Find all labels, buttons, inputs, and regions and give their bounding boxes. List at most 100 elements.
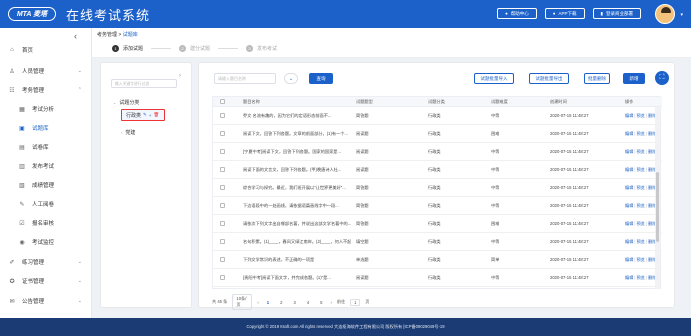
question-difficulty: 中等 <box>491 238 500 244</box>
edit-link[interactable]: 编辑 <box>625 257 633 263</box>
step-build-paper[interactable]: 2 建分试题 <box>179 45 239 52</box>
question-type: 填空题 <box>356 238 369 244</box>
row-checkbox[interactable] <box>220 143 225 160</box>
page-size-select[interactable]: 10条/页 <box>232 294 253 310</box>
scrollbar-thumb[interactable] <box>656 172 659 242</box>
sidebar-item-exam-analysis[interactable]: ▦ 考试分析 <box>0 101 92 117</box>
table-scrollbar[interactable] <box>655 107 660 289</box>
row-checkbox[interactable] <box>220 161 225 178</box>
preview-link[interactable]: 预览 <box>636 275 644 281</box>
preview-link[interactable]: 预览 <box>636 149 644 155</box>
sidebar-item-paper-bank[interactable]: ▤ 试卷库 <box>0 139 92 155</box>
edit-link[interactable]: 编辑 <box>625 275 633 281</box>
tree-node-party[interactable]: › 党建 <box>121 129 135 136</box>
preview-link[interactable]: 预览 <box>636 113 644 119</box>
sidebar-item-user-management[interactable]: ♙ 人员管理 ⌄ <box>0 63 92 79</box>
sidebar-item-practice-management[interactable]: ✐ 练习管理 ⌄ <box>0 254 92 270</box>
step-add-question[interactable]: 1 添加试题 <box>112 45 172 52</box>
row-checkbox[interactable] <box>220 251 225 268</box>
row-checkbox[interactable] <box>220 269 225 286</box>
row-checkbox[interactable] <box>220 179 225 196</box>
edit-link[interactable]: 编辑 <box>625 239 633 245</box>
tree-node-root[interactable]: ⌄ 试题分类 <box>113 99 139 106</box>
commercial-deploy-button[interactable]: ▮ 登录商业部署 <box>592 8 641 19</box>
row-checkbox[interactable] <box>220 107 225 124</box>
add-question-button[interactable]: 新增 <box>623 73 645 84</box>
edit-link[interactable]: 编辑 <box>625 131 633 137</box>
question-difficulty: 中等 <box>491 166 500 172</box>
sidebar-item-score-management[interactable]: ▧ 成绩管理 <box>0 177 92 193</box>
next-page-icon[interactable]: › <box>331 300 332 305</box>
edit-link[interactable]: 编辑 <box>625 167 633 173</box>
help-center-button[interactable]: ● 帮助中心 <box>497 8 537 19</box>
sidebar-item-exam-management[interactable]: ☷ 考务管理 ⌃ <box>0 82 92 98</box>
page-1[interactable]: 1 <box>264 299 272 306</box>
created-time: 2020-07-15 11:48:27 <box>550 131 589 136</box>
preview-link[interactable]: 预览 <box>636 167 644 173</box>
edit-link[interactable]: 编辑 <box>625 221 633 227</box>
edit-link[interactable]: 编辑 <box>625 149 633 155</box>
tree-node-selected[interactable]: 行政类 ✎ + 🗑 <box>121 109 165 121</box>
sidebar-item-label: 考试监控 <box>32 240 55 246</box>
publish-exam-icon: ▥ <box>19 163 25 170</box>
app-download-button[interactable]: ● APP下载 <box>544 8 585 19</box>
preview-link[interactable]: 预览 <box>636 239 644 245</box>
question-difficulty: 中等 <box>491 274 500 280</box>
preview-link[interactable]: 预览 <box>636 203 644 209</box>
collapse-sidebar-icon[interactable]: ‹ <box>74 31 77 41</box>
avatar[interactable] <box>655 4 675 24</box>
sidebar-item-question-bank[interactable]: ▣ 试题库 <box>0 120 92 136</box>
question-name: 下列文学常识的表述，不正确的一项是 <box>243 256 315 262</box>
chevron-right-icon[interactable]: › <box>179 73 181 79</box>
fullscreen-icon[interactable]: ⛶ <box>655 71 669 85</box>
question-category: 行政类 <box>428 238 441 244</box>
question-name: [宁夏中考]阅读下文，回答下列各题。国家的国家是... <box>243 148 341 154</box>
created-time: 2020-07-15 11:48:27 <box>550 239 589 244</box>
sidebar-item-manual-grading[interactable]: ✎ 人工阅卷 <box>0 196 92 212</box>
step-publish-exam[interactable]: 3 发布考试 <box>246 45 277 52</box>
tree-filter-input[interactable]: 输入关键字进行过滤 <box>111 79 177 88</box>
goto-page-input[interactable]: 1 <box>350 298 361 306</box>
edit-link[interactable]: 编辑 <box>625 113 633 119</box>
chevron-down-icon[interactable]: ▾ <box>680 12 683 18</box>
sidebar-item-registration-review[interactable]: ☑ 报名审核 <box>0 215 92 231</box>
add-icon[interactable]: + <box>149 113 152 118</box>
sidebar-item-publish-exam[interactable]: ▥ 发布考试 <box>0 158 92 174</box>
step-number: 1 <box>112 45 119 52</box>
page-4[interactable]: 4 <box>304 299 312 306</box>
preview-link[interactable]: 预览 <box>636 257 644 263</box>
page-3[interactable]: 3 <box>290 299 298 306</box>
search-button[interactable]: 查询 <box>309 73 333 84</box>
prev-page-icon[interactable]: ‹ <box>257 300 258 305</box>
edit-icon[interactable]: ✎ <box>143 112 147 118</box>
row-checkbox[interactable] <box>220 215 225 232</box>
created-time: 2020-07-15 11:48:27 <box>550 185 589 190</box>
sidebar-item-exam-monitor[interactable]: ◉ 考试监控 <box>0 234 92 250</box>
batch-import-button[interactable]: 试题批量导入 <box>474 73 514 84</box>
row-checkbox[interactable] <box>220 125 225 142</box>
breadcrumb-root[interactable]: 考务管理 <box>97 32 117 38</box>
preview-link[interactable]: 预览 <box>636 185 644 191</box>
sidebar-item-certificate-management[interactable]: ✪ 证书管理 ⌄ <box>0 273 92 289</box>
row-checkbox[interactable] <box>220 197 225 214</box>
created-time: 2020-07-15 11:48:27 <box>550 203 589 208</box>
edit-link[interactable]: 编辑 <box>625 185 633 191</box>
row-checkbox[interactable] <box>220 233 225 250</box>
delete-icon[interactable]: 🗑 <box>153 112 159 118</box>
edit-link[interactable]: 编辑 <box>625 203 633 209</box>
batch-export-button[interactable]: 试题批量导出 <box>529 73 569 84</box>
deploy-icon: ▮ <box>600 10 603 16</box>
page-5[interactable]: 5 <box>317 299 325 306</box>
sidebar-item-notice-management[interactable]: ✉ 公告管理 ⌄ <box>0 293 92 309</box>
preview-link[interactable]: 预览 <box>636 131 644 137</box>
sidebar-item-home[interactable]: ⌂ 首页 <box>0 42 92 58</box>
table-header: 题目名称 试题题型 试题分类 试题难度 创建时间 操作 <box>213 97 662 107</box>
select-all-checkbox[interactable] <box>220 97 225 106</box>
tree-node-label: 行政类 <box>126 112 142 119</box>
batch-delete-button[interactable]: 批量删除 <box>584 73 610 84</box>
preview-link[interactable]: 预览 <box>636 221 644 227</box>
page-2[interactable]: 2 <box>277 299 285 306</box>
search-input[interactable]: 请输入题目名称 <box>214 73 276 84</box>
chevron-down-icon[interactable]: ⌄ <box>284 73 298 84</box>
sidebar-item-label: 报名审核 <box>32 221 55 227</box>
